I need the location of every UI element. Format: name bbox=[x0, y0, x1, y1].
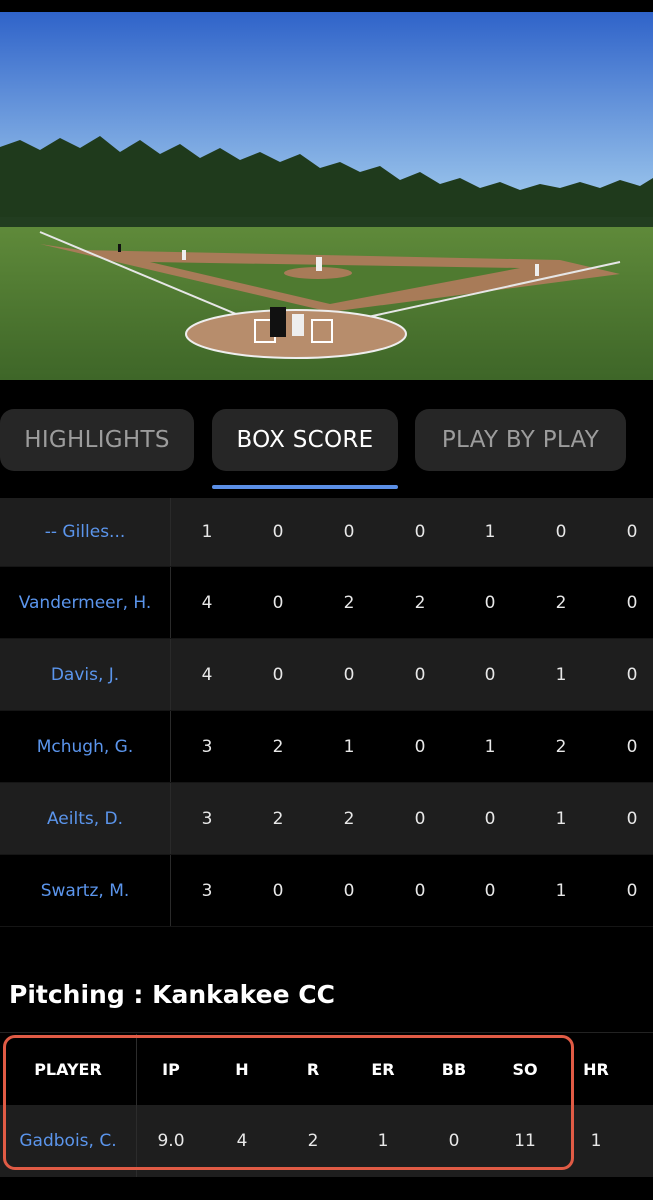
stat-cell: 1 bbox=[555, 880, 567, 901]
stat-cell: 0 bbox=[272, 522, 284, 542]
stat-cell: 1 bbox=[555, 808, 567, 829]
stat-cell: 1 bbox=[555, 664, 567, 685]
stat-cell: 9.0 bbox=[157, 1131, 185, 1151]
table-row: Davis, J. 4 0 0 0 0 1 0 bbox=[0, 639, 653, 711]
stat-cell: 0 bbox=[414, 522, 426, 542]
stat-cell: 0 bbox=[484, 664, 496, 685]
stat-cell: 11 bbox=[514, 1131, 536, 1151]
active-tab-indicator bbox=[212, 485, 398, 489]
pitching-table: PLAYER IP H R ER BB SO HR Gadbois, C. 9.… bbox=[0, 1034, 653, 1177]
stat-cell: 0 bbox=[626, 808, 638, 829]
tab-play-by-play[interactable]: PLAY BY PLAY bbox=[415, 409, 626, 471]
stat-cell: 3 bbox=[201, 808, 213, 829]
stat-cell: 0 bbox=[343, 664, 355, 685]
stat-cell: 0 bbox=[343, 880, 355, 901]
stat-cell: 3 bbox=[201, 880, 213, 901]
tab-bar: HIGHLIGHTS BOX SCORE PLAY BY PLAY bbox=[0, 409, 653, 489]
stat-cell: 1 bbox=[343, 736, 355, 757]
stat-cell: 2 bbox=[555, 736, 567, 757]
column-header-so: SO bbox=[512, 1060, 538, 1079]
batting-table: -- Gilles... 1 0 0 0 1 0 0 Vandermeer, H… bbox=[0, 498, 653, 927]
table-row: Swartz, M. 3 0 0 0 0 1 0 bbox=[0, 855, 653, 927]
stat-cell: 0 bbox=[626, 522, 638, 542]
stat-cell: 4 bbox=[201, 664, 213, 685]
column-header-hr: HR bbox=[583, 1060, 609, 1079]
table-row: Mchugh, G. 3 2 1 0 1 2 0 bbox=[0, 711, 653, 783]
baseball-field-image bbox=[0, 12, 653, 380]
stat-cell: 1 bbox=[590, 1131, 602, 1151]
stat-cell: 2 bbox=[343, 808, 355, 829]
stat-cell: 4 bbox=[236, 1131, 248, 1151]
stat-cell: 2 bbox=[555, 592, 567, 613]
player-link[interactable]: Aeilts, D. bbox=[0, 783, 171, 854]
stat-cell: 1 bbox=[484, 522, 496, 542]
stat-cell: 0 bbox=[272, 664, 284, 685]
stat-cell: 0 bbox=[414, 880, 426, 901]
pitching-section-title: Pitching : Kankakee CC bbox=[9, 980, 335, 1009]
table-row: Gadbois, C. 9.0 4 2 1 0 11 1 bbox=[0, 1105, 653, 1177]
divider bbox=[136, 1034, 137, 1105]
game-video-thumbnail[interactable] bbox=[0, 12, 653, 380]
stat-cell: 1 bbox=[377, 1131, 389, 1151]
player-link[interactable]: Mchugh, G. bbox=[0, 711, 171, 782]
stat-cell: 2 bbox=[343, 592, 355, 613]
stat-cell: 0 bbox=[555, 522, 567, 542]
stat-cell: 0 bbox=[343, 522, 355, 542]
table-row: Aeilts, D. 3 2 2 0 0 1 0 bbox=[0, 783, 653, 855]
stat-cell: 0 bbox=[414, 736, 426, 757]
player-link[interactable]: Swartz, M. bbox=[0, 855, 171, 926]
divider bbox=[0, 1032, 653, 1033]
stat-cell: 1 bbox=[201, 522, 213, 542]
stat-cell: 0 bbox=[626, 664, 638, 685]
stat-cell: 0 bbox=[626, 880, 638, 901]
column-header-ip: IP bbox=[162, 1060, 180, 1079]
player-link[interactable]: Gadbois, C. bbox=[0, 1105, 136, 1177]
column-header-er: ER bbox=[371, 1060, 395, 1079]
stat-cell: 0 bbox=[484, 808, 496, 829]
divider bbox=[136, 1105, 137, 1177]
stat-cell: 0 bbox=[448, 1131, 460, 1151]
stat-cell: 2 bbox=[414, 592, 426, 613]
player-link[interactable]: Davis, J. bbox=[0, 639, 171, 710]
stat-cell: 0 bbox=[484, 592, 496, 613]
stat-cell: 1 bbox=[484, 736, 496, 757]
column-header-bb: BB bbox=[441, 1060, 467, 1079]
player-link[interactable]: -- Gilles... bbox=[0, 498, 171, 566]
column-header-player: PLAYER bbox=[34, 1060, 102, 1079]
stat-cell: 0 bbox=[414, 664, 426, 685]
stat-cell: 0 bbox=[626, 736, 638, 757]
table-row: Vandermeer, H. 4 0 2 2 0 2 0 bbox=[0, 567, 653, 639]
column-header-r: R bbox=[306, 1060, 320, 1079]
stat-cell: 2 bbox=[272, 736, 284, 757]
stat-cell: 3 bbox=[201, 736, 213, 757]
tab-highlights[interactable]: HIGHLIGHTS bbox=[0, 409, 194, 471]
stat-cell: 0 bbox=[272, 592, 284, 613]
column-header-h: H bbox=[235, 1060, 249, 1079]
player-link[interactable]: Vandermeer, H. bbox=[0, 567, 171, 638]
stat-cell: 2 bbox=[307, 1131, 319, 1151]
stat-cell: 4 bbox=[201, 592, 213, 613]
stat-cell: 0 bbox=[414, 808, 426, 829]
table-header-row: PLAYER IP H R ER BB SO HR bbox=[0, 1034, 653, 1105]
stat-cell: 0 bbox=[484, 880, 496, 901]
stat-cell: 2 bbox=[272, 808, 284, 829]
stat-cell: 0 bbox=[272, 880, 284, 901]
tab-box-score[interactable]: BOX SCORE bbox=[212, 409, 398, 471]
stat-cell: 0 bbox=[626, 592, 638, 613]
table-row: -- Gilles... 1 0 0 0 1 0 0 bbox=[0, 498, 653, 567]
